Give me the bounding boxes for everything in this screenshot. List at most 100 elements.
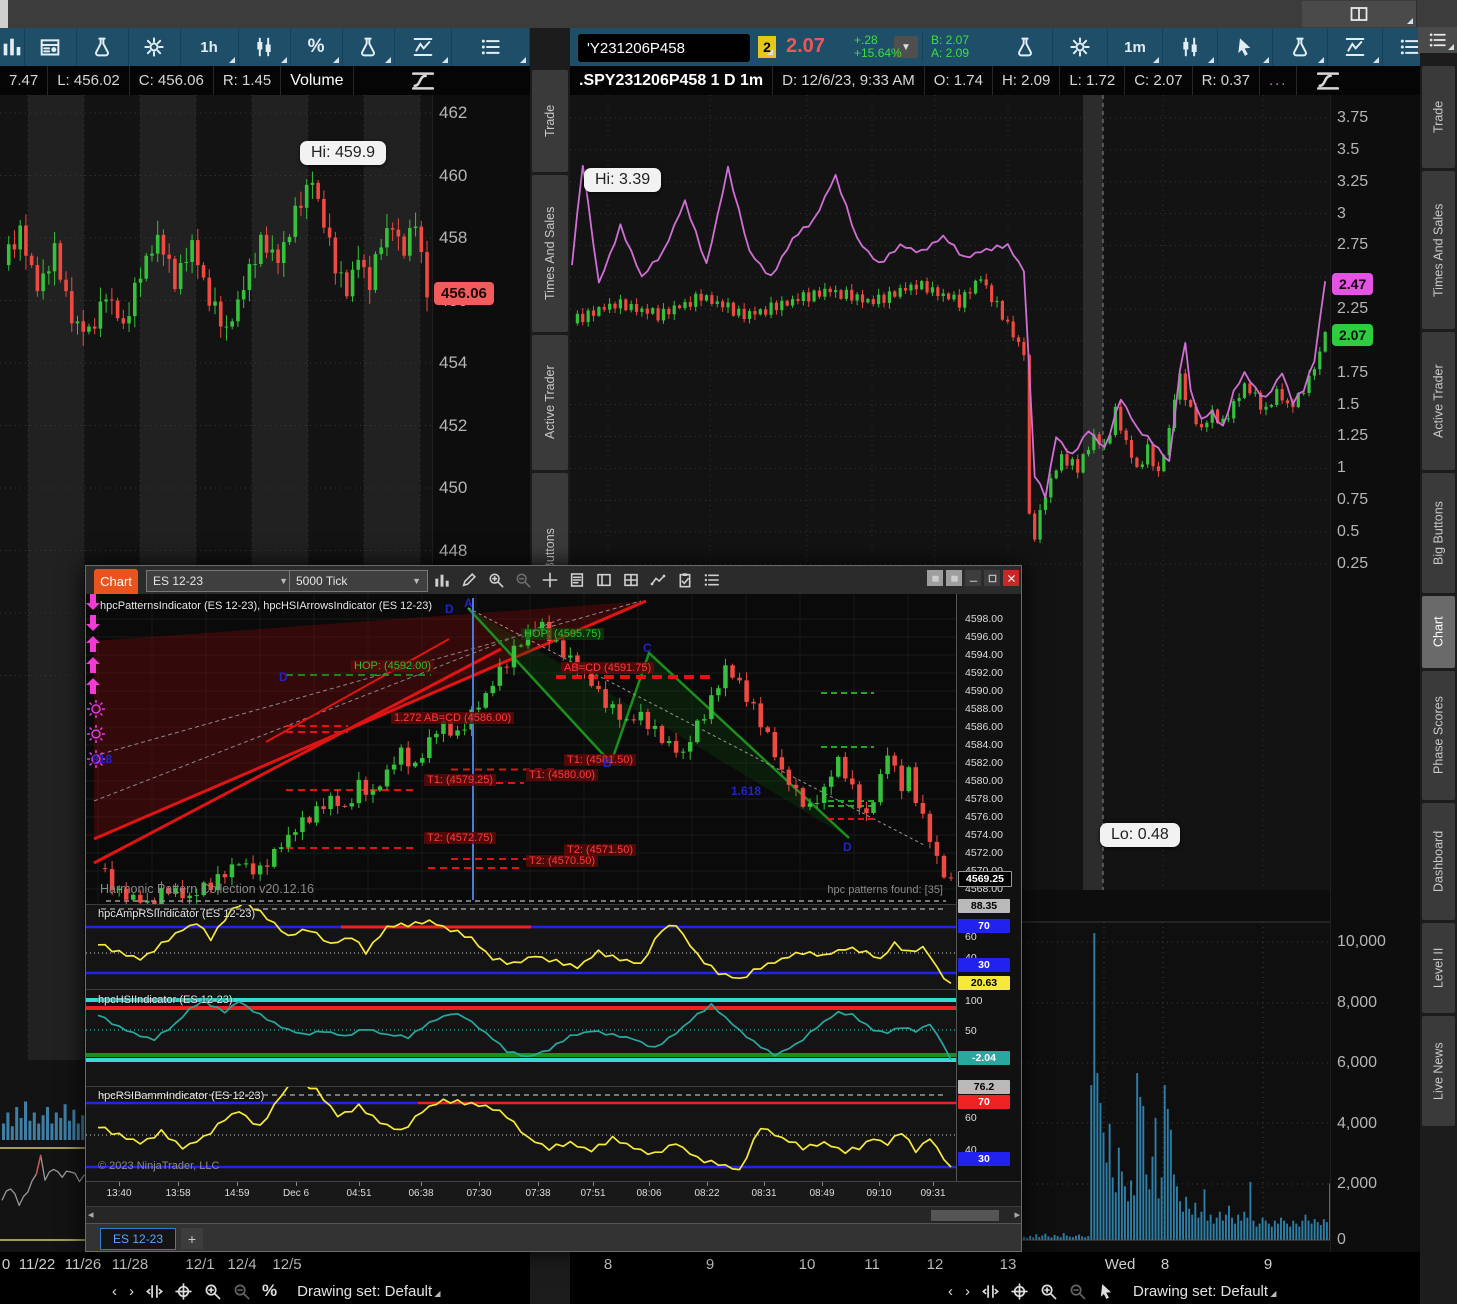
sidebar-tab-times-and-sales[interactable]: Times And Sales [1422, 171, 1455, 329]
volume-chart[interactable] [1022, 905, 1330, 1252]
doc-button[interactable] [563, 566, 590, 594]
flask-button[interactable] [998, 28, 1053, 66]
sidebar-tab-chart[interactable]: Chart [1422, 596, 1455, 668]
next-button[interactable]: › [965, 1283, 970, 1300]
percent-button[interactable]: % [291, 28, 343, 66]
columns-button[interactable] [0, 28, 25, 66]
gear-button[interactable] [1053, 28, 1108, 66]
y-tick: 3 [1337, 205, 1346, 223]
chart-style-icon-cell[interactable] [410, 68, 436, 94]
sidebar-tab-dashboard[interactable]: Dashboard [1422, 803, 1455, 920]
pattern-button[interactable] [239, 28, 291, 66]
pointer-button[interactable] [1098, 1283, 1115, 1300]
close-button[interactable] [1003, 570, 1019, 586]
list-button[interactable] [1383, 28, 1420, 66]
drawing-set-selector[interactable]: Drawing set: Default ◢ [1133, 1283, 1276, 1300]
bars-button[interactable] [428, 566, 455, 594]
sidebar-tab-active-trader[interactable]: Active Trader [532, 335, 568, 470]
y-tick: 3.5 [1337, 141, 1359, 159]
list-button[interactable] [452, 28, 530, 66]
zoom-in-button[interactable] [482, 566, 509, 594]
right-high-tooltip: Hi: 3.39 [584, 168, 661, 192]
gear-button[interactable] [129, 28, 181, 66]
zoom-in-button[interactable] [1040, 1283, 1057, 1300]
sidebar-tab-phase-scores[interactable]: Phase Scores [1422, 671, 1455, 800]
cross-button[interactable] [536, 566, 563, 594]
minimize-button[interactable] [965, 570, 981, 586]
draw-icon [413, 37, 433, 57]
pattern-button[interactable] [1163, 28, 1218, 66]
sidebar-tab-times-and-sales[interactable]: Times And Sales [532, 175, 568, 332]
right-price-axis[interactable]: 3.753.53.2532.752.2521.751.51.2510.750.5… [1330, 95, 1420, 1252]
grid-button[interactable] [617, 566, 644, 594]
drawing-set-selector[interactable]: Drawing set: Default ◢ [297, 1283, 440, 1300]
ninja-main-chart[interactable] [86, 594, 1022, 904]
linked-group-badge[interactable]: 2 [758, 36, 776, 58]
maximize-button[interactable] [984, 570, 1000, 586]
volume-tick: 0 [1337, 1231, 1346, 1249]
ninja-titlebar: Chart ES 12-23▼ 5000 Tick▼ [86, 566, 1022, 595]
chart-style-icon-cell[interactable] [1315, 68, 1341, 94]
flask-button[interactable] [77, 28, 129, 66]
restore-button[interactable] [946, 570, 962, 586]
expand-button[interactable] [146, 1283, 163, 1300]
prev-button[interactable]: ‹ [112, 1283, 117, 1300]
flask-button[interactable] [343, 28, 395, 66]
zoom-in-button[interactable] [204, 1283, 221, 1300]
add-tab-button[interactable]: + [181, 1228, 203, 1249]
draw-button[interactable] [395, 28, 453, 66]
y-tick: 4580.00 [965, 775, 1003, 787]
ninja-scrollbar[interactable]: ◂ ▸ [86, 1206, 1022, 1224]
layout-grid-button[interactable] [1302, 1, 1417, 27]
sidebar-tab-big-buttons[interactable]: Big Buttons [1422, 473, 1455, 593]
sidebar-tab-live-news[interactable]: Live News [1422, 1016, 1455, 1126]
ninja-price-axis[interactable]: 4598.004596.004594.004592.004590.004588.… [956, 594, 1022, 1181]
flask-button[interactable] [1273, 28, 1328, 66]
interval-button[interactable]: 1m [1108, 28, 1163, 66]
instrument-select[interactable]: ES 12-23▼ [146, 570, 295, 592]
scroll-left-arrow[interactable]: ◂ [88, 1208, 94, 1221]
series-type-select[interactable]: 5000 Tick▼ [289, 570, 428, 592]
sidebar-tab-level-ii[interactable]: Level II [1422, 923, 1455, 1013]
prev-button[interactable]: ‹ [948, 1283, 953, 1300]
ninja-window-tab[interactable]: Chart [94, 569, 138, 594]
zoom-out-button[interactable] [233, 1283, 250, 1300]
symbol-input[interactable]: 'Y231206P458 [578, 34, 750, 62]
percent-button[interactable]: % [262, 1281, 277, 1301]
tab-es-12-23[interactable]: ES 12-23 [100, 1228, 176, 1250]
chrome-list-button[interactable] [1418, 27, 1457, 53]
target-button[interactable] [1011, 1283, 1028, 1300]
news-button[interactable] [25, 28, 77, 66]
sidebar-tab-trade[interactable]: Trade [532, 70, 568, 172]
layout-grid-icon [1350, 5, 1368, 23]
next-button[interactable]: › [129, 1283, 134, 1300]
clipboard-button[interactable] [671, 566, 698, 594]
doc-icon [569, 572, 585, 588]
zigzag-button[interactable] [644, 566, 671, 594]
zoom-out-icon [1069, 1283, 1086, 1300]
x-tick: 10 [799, 1256, 816, 1273]
sidebar-tab-trade[interactable]: Trade [1422, 66, 1455, 168]
target-button[interactable] [175, 1283, 192, 1300]
expand-button[interactable] [982, 1283, 999, 1300]
draw-button[interactable] [1328, 28, 1383, 66]
pointer-button[interactable] [1218, 28, 1273, 66]
y-tick: 0.25 [1337, 555, 1368, 573]
scroll-thumb[interactable] [931, 1210, 999, 1221]
grid-icon [623, 572, 639, 588]
sidebar-tab-active-trader[interactable]: Active Trader [1422, 332, 1455, 470]
list-icon [1400, 37, 1420, 57]
restore-button[interactable] [927, 570, 943, 586]
y-tick: 4592.00 [965, 667, 1003, 679]
zoom-out-button[interactable] [1069, 1283, 1086, 1300]
pencil-button[interactable] [455, 566, 482, 594]
zoom-out-button[interactable] [509, 566, 536, 594]
interval-button[interactable]: 1h [181, 28, 239, 66]
list-button[interactable] [698, 566, 725, 594]
panel-button[interactable] [590, 566, 617, 594]
symbol-text: 'Y231206P458 [587, 40, 685, 57]
change-stack: +.28 +15.64% [846, 32, 910, 62]
header-cell: ... [1260, 66, 1298, 95]
scroll-right-arrow[interactable]: ▸ [1014, 1208, 1020, 1221]
y-tick: 4584.00 [965, 739, 1003, 751]
